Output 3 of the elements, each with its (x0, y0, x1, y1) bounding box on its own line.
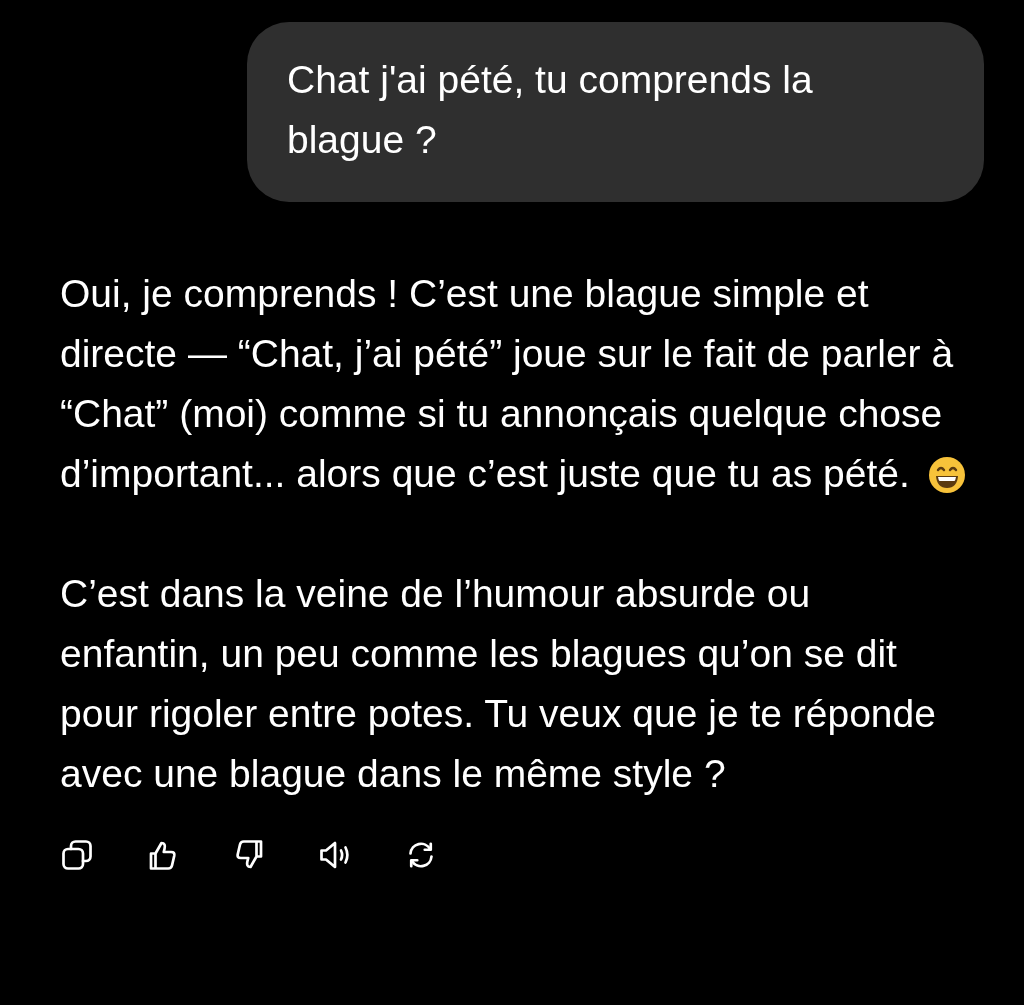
user-message-text: Chat j'ai pété, tu comprends la blague ? (287, 57, 814, 163)
assistant-message-text: Oui, je comprends ! C’est une blague simple et directe — “Chat, j’ai pété” joue sur le fait de parler à “Chat” (moi) comme si tu annonçais quelque chose d’important... alors que c’est juste que tu as pété. (60, 272, 954, 495)
assistant-message-text: C’est dans la veine de l’humour absurde ou enfantin, un peu comme les blagues qu’on se dit pour rigoler entre potes. Tu veux que je te réponde avec une blague dans le même style ? (60, 572, 936, 795)
